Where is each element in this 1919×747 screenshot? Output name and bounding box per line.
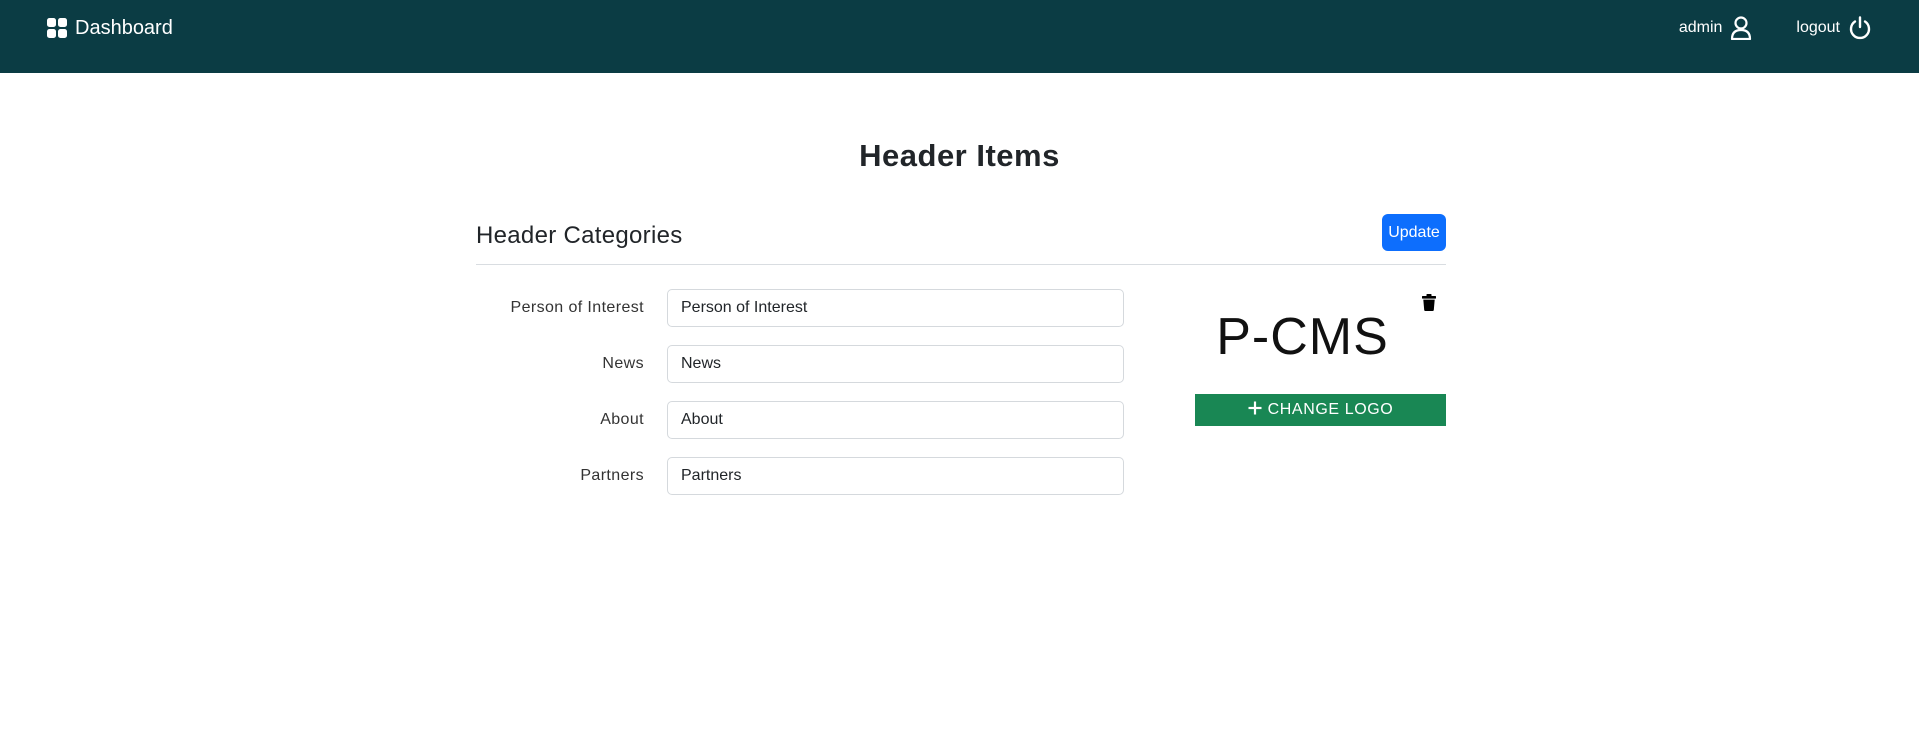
page-title: Header Items xyxy=(859,138,1060,173)
category-input[interactable] xyxy=(667,457,1124,495)
category-label: About xyxy=(600,411,644,428)
trash-icon[interactable] xyxy=(1422,294,1436,316)
logo-image: P-CMS xyxy=(1216,308,1389,366)
categories-form: Person of Interest News About Partners xyxy=(476,289,1124,513)
category-label: Partners xyxy=(580,467,644,484)
admin-label: admin xyxy=(1678,19,1723,36)
change-logo-button[interactable]: CHANGE LOGO xyxy=(1195,394,1446,426)
plus-icon xyxy=(1248,401,1262,420)
dashboard-link[interactable]: Dashboard xyxy=(47,16,173,40)
grid-icon xyxy=(47,18,67,38)
section-title: Header Categories xyxy=(476,222,683,249)
header-categories-panel: Header Categories Update Person of Inter… xyxy=(476,214,1446,495)
user-icon xyxy=(1730,16,1752,40)
category-label: News xyxy=(602,355,644,372)
dashboard-label: Dashboard xyxy=(75,16,173,39)
category-row: Person of Interest xyxy=(476,289,1124,327)
top-navbar: Dashboard admin logout xyxy=(0,0,1919,73)
power-icon xyxy=(1848,16,1872,40)
navbar-right: admin logout xyxy=(1679,14,1872,42)
logout-link[interactable]: logout xyxy=(1796,16,1872,40)
logo-section: P-CMS CHANGE LOGO xyxy=(1195,294,1446,426)
panel-header: Header Categories Update xyxy=(476,214,1446,265)
update-button[interactable]: Update xyxy=(1382,214,1446,251)
category-label: Person of Interest xyxy=(510,299,644,316)
category-row: News xyxy=(476,345,1124,383)
logout-label: logout xyxy=(1796,19,1840,36)
category-row: Partners xyxy=(476,457,1124,495)
admin-user-link[interactable]: admin xyxy=(1679,16,1753,40)
logo-preview: P-CMS xyxy=(1195,294,1446,374)
category-row: About xyxy=(476,401,1124,439)
change-logo-label: CHANGE LOGO xyxy=(1267,401,1394,418)
category-input[interactable] xyxy=(667,401,1124,439)
category-input[interactable] xyxy=(667,289,1124,327)
category-input[interactable] xyxy=(667,345,1124,383)
